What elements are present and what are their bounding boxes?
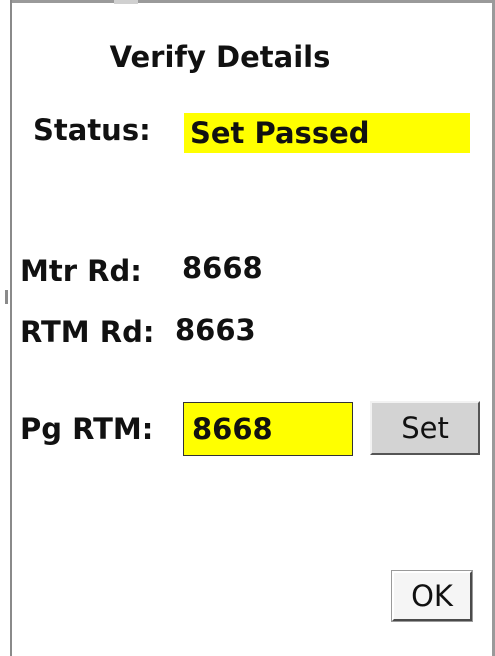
window-left-marker — [5, 290, 8, 304]
rtm-rd-label: RTM Rd: — [20, 315, 155, 349]
verify-details-dialog: Verify Details Status: Set Passed Mtr Rd… — [0, 0, 495, 656]
rtm-rd-value: 8663 — [175, 313, 256, 347]
dialog-title: Verify Details — [109, 40, 331, 74]
status-label: Status: — [33, 113, 151, 147]
window-top-border — [12, 0, 495, 3]
ok-button[interactable]: OK — [391, 570, 473, 622]
window-left-border — [10, 0, 12, 656]
mtr-rd-label: Mtr Rd: — [20, 254, 142, 288]
mtr-rd-value: 8668 — [182, 251, 263, 285]
pg-rtm-label: Pg RTM: — [20, 412, 154, 446]
pg-rtm-input[interactable] — [183, 402, 353, 456]
status-value: Set Passed — [184, 113, 470, 153]
window-top-notch — [114, 0, 138, 4]
set-button[interactable]: Set — [370, 401, 480, 455]
